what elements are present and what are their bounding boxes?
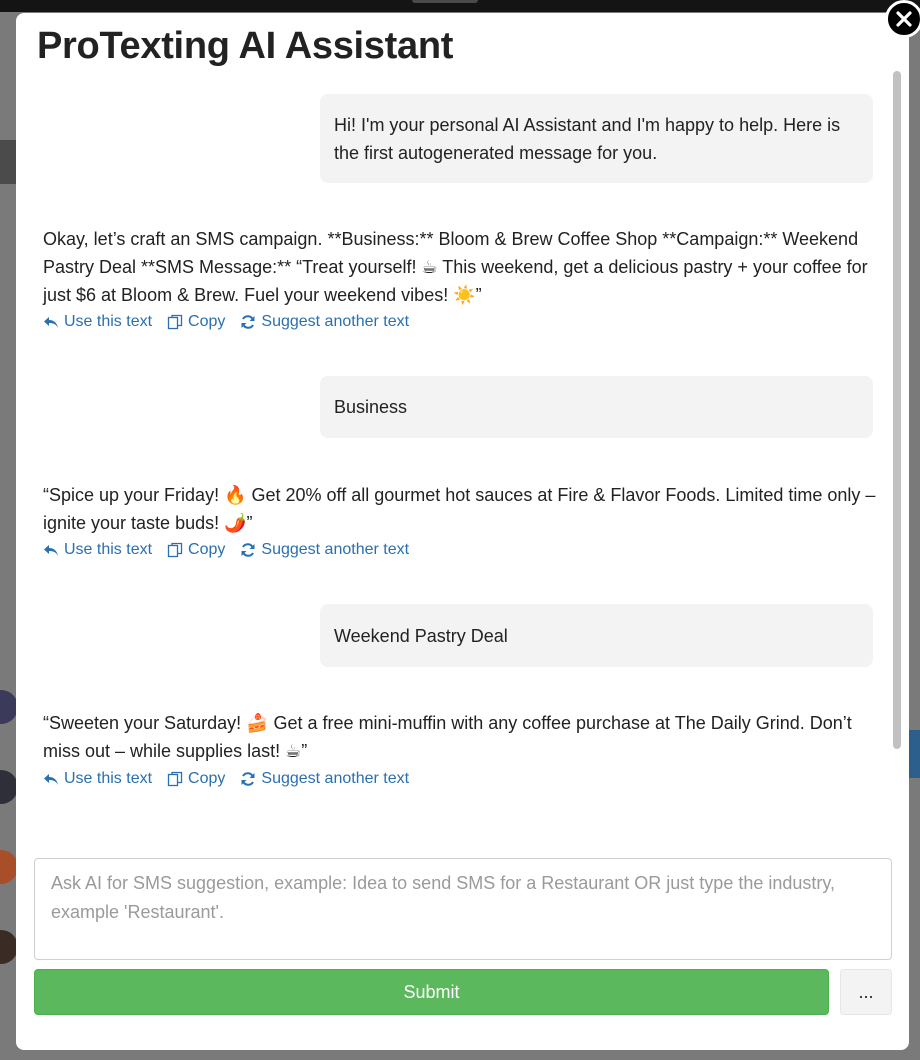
close-button[interactable] (885, 0, 920, 38)
use-text-button[interactable]: Use this text (43, 770, 152, 788)
suggest-another-button[interactable]: Suggest another text (240, 313, 409, 331)
background-topbar (0, 0, 920, 12)
chat-history: Hi! I'm your personal AI Assistant and I… (16, 85, 896, 837)
close-icon (896, 11, 912, 27)
submit-button[interactable]: Submit (34, 969, 829, 1015)
assistant-message: “Sweeten your Saturday! 🍰 Get a free min… (43, 713, 852, 761)
more-options-button[interactable]: ... (840, 969, 892, 1015)
suggest-another-button[interactable]: Suggest another text (240, 770, 409, 788)
user-message-text: Hi! I'm your personal AI Assistant and I… (334, 114, 841, 163)
use-text-button[interactable]: Use this text (43, 313, 152, 331)
suggest-another-button[interactable]: Suggest another text (240, 541, 409, 559)
copy-button[interactable]: Copy (167, 770, 225, 788)
user-message-text: Business (334, 397, 408, 417)
reply-icon (44, 774, 58, 785)
user-message: Business (320, 376, 873, 438)
assistant-message: Okay, let’s craft an SMS campaign. **Bus… (43, 229, 868, 305)
reply-icon (44, 545, 58, 556)
user-message-text: Weekend Pastry Deal (334, 625, 508, 646)
refresh-icon (241, 543, 255, 557)
copy-button[interactable]: Copy (167, 313, 225, 331)
modal-title: ProTexting AI Assistant (37, 25, 454, 67)
copy-button[interactable]: Copy (167, 541, 225, 559)
background-right-column (908, 60, 920, 1050)
user-message: Weekend Pastry Deal (320, 604, 873, 667)
assistant-message: “Spice up your Friday! 🔥 Get 20% off all… (43, 485, 876, 533)
copy-icon (167, 314, 183, 330)
background-right-button (908, 730, 920, 778)
use-text-button[interactable]: Use this text (43, 541, 152, 559)
copy-icon (167, 771, 183, 787)
message-actions: Use this text Copy Suggest another text (43, 539, 424, 561)
refresh-icon (241, 315, 255, 329)
message-actions: Use this text Copy Suggest another text (43, 768, 424, 790)
background-left-bar (0, 140, 16, 184)
background-topbar-handle (412, 0, 478, 3)
user-message: Hi! I'm your personal AI Assistant and I… (320, 94, 873, 183)
ai-assistant-modal: ProTexting AI Assistant Hi! I'm your per… (16, 0, 920, 1050)
refresh-icon (241, 772, 255, 786)
message-actions: Use this text Copy Suggest another text (43, 311, 424, 333)
reply-icon (44, 317, 58, 328)
ai-prompt-input[interactable] (34, 858, 892, 960)
copy-icon (167, 542, 183, 558)
